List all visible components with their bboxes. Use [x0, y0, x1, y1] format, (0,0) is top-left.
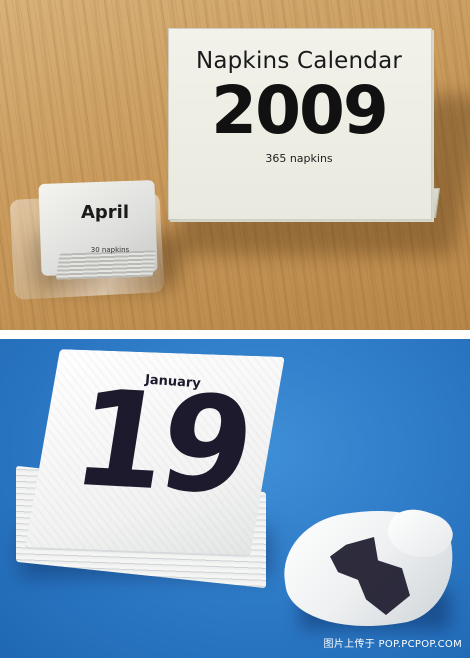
pack-month: April	[80, 202, 130, 223]
napkin-day: 19	[63, 361, 259, 525]
photo-divider	[0, 330, 470, 339]
top-photo: Napkins Calendar 2009 365 napkins April …	[0, 0, 470, 330]
bottom-photo: January 19 图片上传于 POP.PCPOP.COM	[0, 339, 470, 658]
pack-napkin-count: 30 napkins	[90, 246, 130, 254]
pack-stack-edge	[55, 250, 157, 280]
box-napkin-count: 365 napkins	[265, 152, 333, 165]
box-title: Napkins Calendar	[195, 48, 403, 74]
watermark: 图片上传于 POP.PCPOP.COM	[323, 639, 462, 650]
box-year: 2009	[211, 72, 389, 149]
